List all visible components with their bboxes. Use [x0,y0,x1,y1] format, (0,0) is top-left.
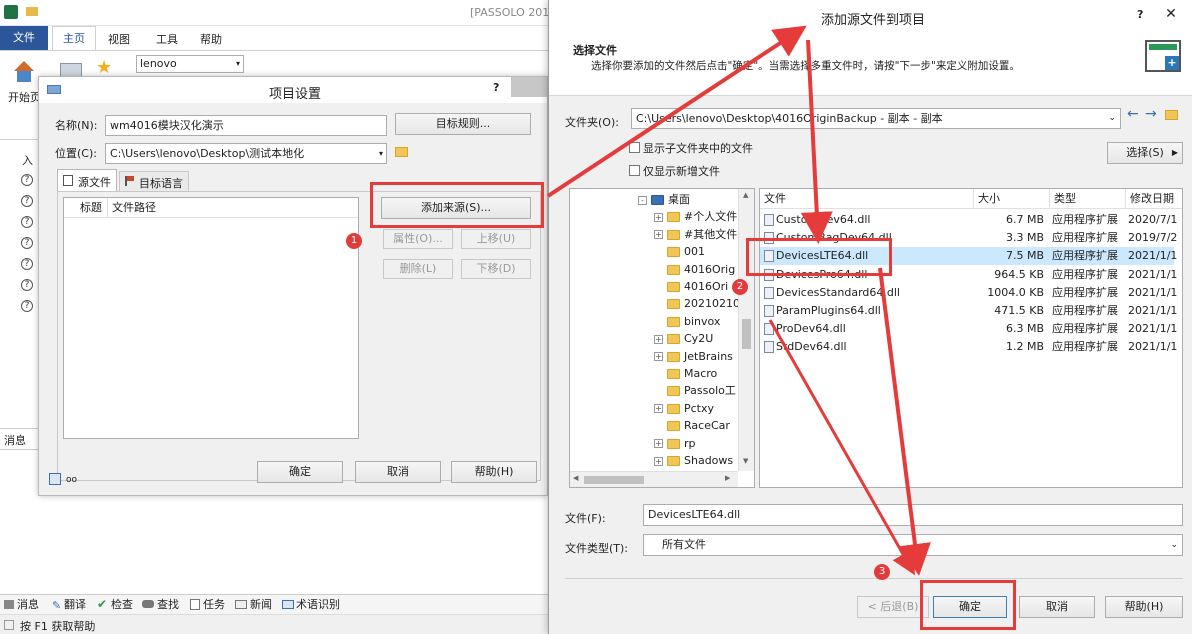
highlight-ok [920,580,1016,630]
arrow-to-title [546,25,807,198]
annotation-badge-2: 2 [732,279,748,295]
highlight-file [746,238,892,276]
arrow-to-file [800,39,833,244]
annotation-badge-1: 1 [346,233,362,249]
highlight-add-source [370,182,544,228]
annotation-badge-3: 3 [874,564,890,580]
annotation-arrows [546,25,931,576]
